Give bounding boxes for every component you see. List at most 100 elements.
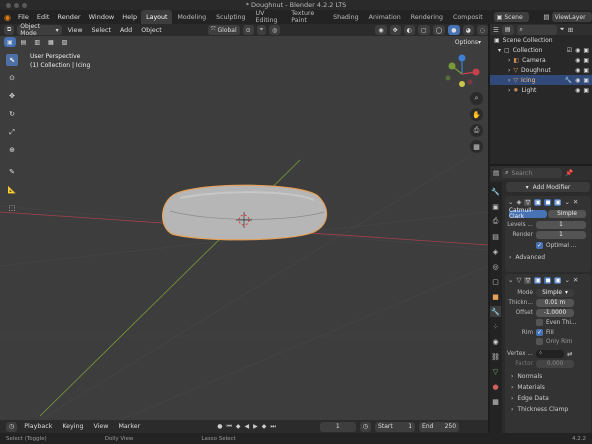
factor-field[interactable]: 0.000 <box>536 360 574 368</box>
workspace-tab-animation[interactable]: Animation <box>364 10 406 24</box>
even-thickness-checkbox[interactable] <box>536 319 543 326</box>
fill-rim-checkbox[interactable]: ✓ <box>536 329 543 336</box>
close-window-icon[interactable] <box>6 2 11 8</box>
advanced-section[interactable]: › Advanced <box>505 252 591 263</box>
output-tab-icon[interactable]: ⎙ <box>490 216 501 227</box>
render-levels-field[interactable]: 1 <box>536 231 586 239</box>
editor-type-button[interactable]: ⧉ <box>4 25 15 35</box>
filter-icon[interactable]: ⏷ <box>560 25 565 34</box>
checkbox-icon[interactable]: ☑ <box>567 47 572 54</box>
rotate-tool-icon[interactable]: ↻ <box>6 108 18 120</box>
menu-view[interactable]: View <box>65 27 86 34</box>
catmull-clark-button[interactable]: Catmull-Clark <box>509 208 547 220</box>
outliner-display-mode-icon[interactable]: ▤ <box>501 24 514 35</box>
menu-select[interactable]: Select <box>89 27 114 34</box>
chevron-right-icon[interactable]: › <box>508 57 510 64</box>
material-shading-icon[interactable]: ◕ <box>462 25 474 35</box>
workspace-tab-texture-paint[interactable]: Texture Paint <box>286 10 328 24</box>
camera-restrict-icon[interactable]: ▣ <box>583 47 592 54</box>
camera-restrict-icon[interactable]: ▣ <box>583 87 592 94</box>
view-layer-selector[interactable]: ViewLayer <box>551 12 592 22</box>
view-layer-tab-icon[interactable]: ▤ <box>490 231 501 242</box>
proportional-icon[interactable]: ◎ <box>269 25 281 35</box>
chevron-down-icon[interactable]: ▾ <box>498 47 501 54</box>
clock-icon[interactable]: ◷ <box>359 421 372 432</box>
orientation-dropdown[interactable]: ⤧ Global <box>207 25 240 35</box>
workspace-tab-sculpting[interactable]: Sculpting <box>211 10 250 24</box>
object-tab-icon[interactable]: ■ <box>490 291 501 302</box>
timeline-marker-menu[interactable]: Marker <box>115 423 143 430</box>
end-frame-field[interactable]: End 250 <box>419 421 460 432</box>
render-tab-icon[interactable]: ▣ <box>490 201 501 212</box>
world-tab-icon[interactable]: ◎ <box>490 261 501 272</box>
collection-tab-icon[interactable]: ▢ <box>490 276 501 287</box>
solid-shading-icon[interactable]: ● <box>448 25 460 35</box>
show-viewport-icon[interactable]: ◼ <box>544 198 552 206</box>
timeline-view-menu[interactable]: View <box>91 423 112 430</box>
optimal-checkbox[interactable]: ✓ <box>536 242 543 249</box>
next-keyframe-icon[interactable]: ◆ <box>262 423 267 430</box>
menu-edit[interactable]: Edit <box>33 13 54 21</box>
chevron-down-icon[interactable]: ⌄ <box>564 276 569 284</box>
menu-help[interactable]: Help <box>118 13 141 21</box>
show-viewport-icon[interactable]: ◼ <box>544 276 552 284</box>
outliner-item-camera[interactable]: › ◧ Camera ◉ ▣ <box>490 55 592 65</box>
show-edit-mode-icon[interactable]: ▣ <box>534 276 542 284</box>
physics-tab-icon[interactable]: ◉ <box>490 336 501 347</box>
properties-search-input[interactable]: ⌕ Search <box>502 168 563 178</box>
menu-window[interactable]: Window <box>85 13 119 21</box>
thickness-clamp-section[interactable]: › Thickness Clamp <box>505 404 591 415</box>
chevron-right-icon[interactable]: › <box>508 87 510 94</box>
overlay-icon[interactable]: ◐ <box>403 25 415 35</box>
edit-mode-toggle-icon[interactable]: ▽ <box>524 276 532 284</box>
show-edit-mode-icon[interactable]: ▣ <box>534 198 542 206</box>
vertex-group-field[interactable]: ⁘ <box>536 350 564 358</box>
pin-icon[interactable]: 📌 <box>565 169 573 177</box>
scene-tab-icon[interactable]: ◈ <box>490 246 501 257</box>
close-icon[interactable]: ✕ <box>573 276 578 284</box>
chevron-down-icon[interactable]: ⌄ <box>508 276 513 284</box>
outliner-scene-collection[interactable]: ▣ Scene Collection <box>490 35 592 45</box>
timeline-keying-menu[interactable]: Keying <box>59 423 86 430</box>
workspace-tab-uv-editing[interactable]: UV Editing <box>251 10 287 24</box>
camera-restrict-icon[interactable]: ▣ <box>583 57 592 64</box>
minimize-window-icon[interactable] <box>14 2 19 8</box>
play-reverse-icon[interactable]: ◀ <box>245 423 250 430</box>
mode-dropdown[interactable]: Simple ▾ <box>536 289 574 297</box>
snap-icon[interactable]: ⌖ <box>256 25 267 35</box>
show-render-icon[interactable]: ▣ <box>554 198 562 206</box>
chevron-right-icon[interactable]: › <box>508 77 510 84</box>
thickness-field[interactable]: 0.01 m <box>536 299 574 307</box>
visibility-icon[interactable]: ◉ <box>375 25 387 35</box>
outliner-collection[interactable]: ▾ ▢ Collection ☑ ◉ ▣ <box>490 45 592 55</box>
menu-render[interactable]: Render <box>53 13 84 21</box>
menu-object[interactable]: Object <box>138 27 165 34</box>
swap-arrows-icon[interactable]: ⇄ <box>567 350 572 358</box>
outliner-item-doughnut[interactable]: › ▽ Doughnut ◉ ▣ <box>490 65 592 75</box>
jump-end-icon[interactable]: ⏭ <box>270 423 275 431</box>
data-tab-icon[interactable]: ▽ <box>490 366 501 377</box>
start-frame-field[interactable]: Start 1 <box>375 421 416 432</box>
constraints-tab-icon[interactable]: ⛓ <box>490 351 501 362</box>
outliner-editor-icon[interactable]: ☰ <box>493 26 499 34</box>
add-modifier-button[interactable]: ▾ Add Modifier <box>506 182 590 192</box>
cursor-tool-icon[interactable]: ⊙ <box>6 72 18 84</box>
transform-tool-icon[interactable]: ⊕ <box>6 144 18 156</box>
tool-tab-icon[interactable]: 🔧 <box>490 186 501 197</box>
navigation-gizmo[interactable] <box>445 54 480 88</box>
scale-tool-icon[interactable]: ⤢ <box>6 126 18 138</box>
workspace-tab-rendering[interactable]: Rendering <box>406 10 448 24</box>
wrench-icon[interactable]: 🔧 <box>565 77 572 84</box>
maximize-window-icon[interactable] <box>22 2 27 8</box>
outliner-item-light[interactable]: › ✹ Light ◉ ▣ <box>490 85 592 95</box>
edge-data-section[interactable]: › Edge Data <box>505 393 591 404</box>
camera-view-icon[interactable]: ⎙ <box>470 124 483 137</box>
eye-icon[interactable]: ◉ <box>575 57 580 64</box>
move-tool-icon[interactable]: ✥ <box>6 90 18 102</box>
properties-editor-icon[interactable]: ▤ <box>493 169 499 177</box>
workspace-tab-compositing[interactable]: Composit <box>448 10 488 24</box>
timeline-playback-menu[interactable]: Playback <box>21 423 55 430</box>
pan-hand-icon[interactable]: ✋ <box>470 108 483 121</box>
ortho-grid-icon[interactable]: ▦ <box>470 140 483 153</box>
measure-tool-icon[interactable]: 📐 <box>6 184 18 196</box>
